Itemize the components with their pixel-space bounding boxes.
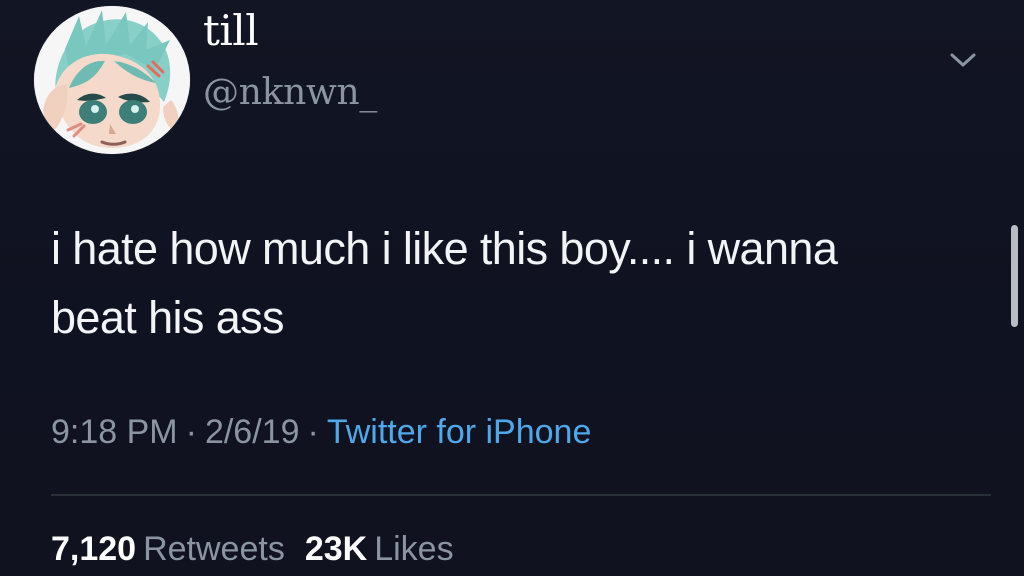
tweet-time: 9:18 PM	[51, 413, 178, 451]
retweets-count: 7,120	[51, 530, 137, 568]
chevron-down-icon	[950, 53, 976, 67]
user-avatar[interactable]	[34, 6, 190, 154]
tweet-metadata: 9:18 PM · 2/6/19 · Twitter for iPhone	[51, 410, 591, 454]
metadata-separator: ·	[307, 413, 319, 451]
stats-divider	[51, 494, 991, 496]
likes-label[interactable]: Likes	[374, 530, 453, 568]
vertical-scrollbar[interactable]	[1011, 225, 1018, 327]
tweet-source-link[interactable]: Twitter for iPhone	[327, 413, 592, 451]
metadata-separator: ·	[185, 413, 197, 451]
user-handle[interactable]: @nknwn_	[203, 75, 377, 111]
tweet-text: i hate how much i like this boy.... i wa…	[51, 223, 838, 343]
likes-count: 23K	[304, 530, 368, 568]
tweet-date: 2/6/19	[204, 413, 300, 451]
user-display-name[interactable]: till	[203, 10, 259, 52]
tweet-menu-button[interactable]	[948, 49, 978, 71]
tweet-card: till @nknwn_ i hate how much i like this…	[0, 0, 1024, 576]
tweet-stats: 7,120 Retweets 23K Likes	[51, 529, 454, 569]
retweets-label[interactable]: Retweets	[143, 530, 285, 568]
anime-avatar-icon	[34, 6, 190, 154]
